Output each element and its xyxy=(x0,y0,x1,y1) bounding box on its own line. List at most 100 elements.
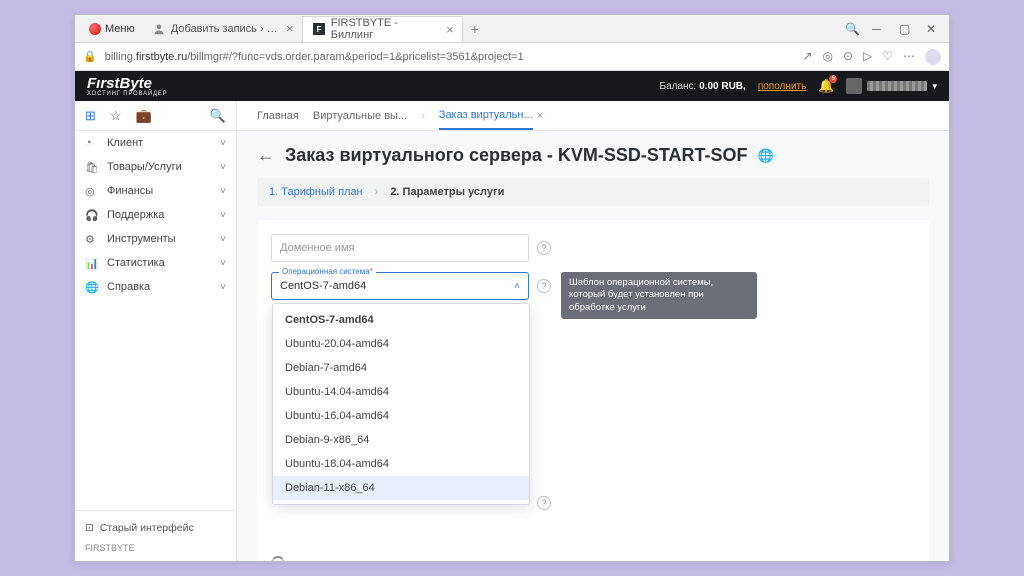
balance-value: 0.00 RUB, xyxy=(699,81,746,92)
crumb-home[interactable]: Главная xyxy=(257,110,299,122)
os-option[interactable]: Debian-11-x86_64 xyxy=(273,476,529,500)
url-domain: firstbyte.ru xyxy=(136,51,187,63)
window-icon: ⊡ xyxy=(85,522,94,534)
more-icon[interactable]: ⋯ xyxy=(903,49,915,65)
sidebar-item-label: Клиент xyxy=(107,137,143,149)
tooltip: Шаблон операционной системы, который буд… xyxy=(561,272,757,319)
os-option[interactable]: CentOS-7-amd64 xyxy=(273,308,529,332)
close-window-icon[interactable]: ✕ xyxy=(926,22,939,35)
url-path: /billmgr#/?func=vds.order.param&period=1… xyxy=(187,51,523,63)
os-option[interactable]: Ubuntu-18.04-amd64 xyxy=(273,452,529,476)
notif-badge: 5 xyxy=(829,75,837,83)
svg-text:F: F xyxy=(316,25,321,34)
sidebar-item-label: Финансы xyxy=(107,185,153,197)
os-option[interactable]: Ubuntu-14.04-amd64 xyxy=(273,380,529,404)
cart-icon: 🛍 xyxy=(85,161,99,174)
old-interface-link[interactable]: ⊡ Старый интерфейс xyxy=(85,517,226,539)
browser-tab-active[interactable]: F FIRSTBYTE - Биллинг × xyxy=(303,16,463,42)
step-params: 2. Параметры услуги xyxy=(390,186,504,198)
chevron-right-icon: › xyxy=(421,110,425,122)
lock-icon[interactable]: 🔒 xyxy=(83,50,97,63)
browser-tab[interactable]: Добавить запись › Админ × xyxy=(143,16,303,42)
chevron-down-icon: ˅ xyxy=(220,186,226,197)
snapshot-icon[interactable]: ⊙ xyxy=(843,49,853,65)
close-icon[interactable]: × xyxy=(286,21,294,36)
chevron-up-icon: ˄ xyxy=(514,281,520,292)
favicon-icon: F xyxy=(313,23,325,35)
browser-window: Меню Добавить запись › Админ × F FIRSTBY… xyxy=(74,14,950,562)
star-icon[interactable]: ☆ xyxy=(110,108,122,124)
chart-icon: 📊 xyxy=(85,257,99,270)
os-select[interactable]: Операционная система* CentOS-7-amd64 ˄ C… xyxy=(271,272,529,300)
search-icon[interactable]: 🔍 xyxy=(210,108,226,124)
os-option[interactable]: Debian-7-amd64 xyxy=(273,356,529,380)
username-redacted xyxy=(867,81,927,91)
sidebar-item-label: Поддержка xyxy=(107,209,164,221)
sidebar-item-chart[interactable]: 📊Статистика˅ xyxy=(75,251,236,275)
field-domain: ? xyxy=(271,234,915,262)
sidebar-item-headset[interactable]: 🎧Поддержка˅ xyxy=(75,203,236,227)
heart-icon[interactable]: ♡ xyxy=(882,49,893,65)
os-option[interactable]: Ubuntu-16.04-amd64 xyxy=(273,404,529,428)
main-panel: Главная Виртуальные вы... › Заказ виртуа… xyxy=(237,101,949,561)
crumb-virtual[interactable]: Виртуальные вы... xyxy=(313,110,407,122)
form-card: ? Операционная система* CentOS-7-amd64 ˄… xyxy=(257,220,929,561)
help-icon[interactable]: ? xyxy=(537,279,551,293)
back-arrow-icon[interactable]: ← xyxy=(257,145,275,166)
field-os: Операционная система* CentOS-7-amd64 ˄ C… xyxy=(271,272,915,300)
sidebar-item-user[interactable]: ◔Клиент˅ xyxy=(75,131,236,155)
url-field[interactable]: billing.firstbyte.ru/billmgr#/?func=vds.… xyxy=(105,51,795,63)
opera-menu-label: Меню xyxy=(105,23,135,35)
play-icon[interactable]: ▷ xyxy=(863,49,872,65)
sidebar-item-coin[interactable]: ◎ Финансы ˅ xyxy=(75,179,236,203)
headset-icon: 🎧 xyxy=(85,209,99,222)
minimize-icon[interactable]: ─ xyxy=(872,22,885,35)
breadcrumb-tabs: Главная Виртуальные вы... › Заказ виртуа… xyxy=(237,101,949,131)
profile-icon[interactable] xyxy=(925,49,941,65)
sidebar-item-label: Инструменты xyxy=(107,233,176,245)
target-icon[interactable]: ◎ xyxy=(822,49,832,65)
step-tariff[interactable]: 1. Тарифный план xyxy=(269,186,363,198)
logo-text: FırstByte xyxy=(87,76,167,91)
help-icon[interactable]: ? xyxy=(537,496,551,510)
new-tab-button[interactable]: + xyxy=(463,21,487,37)
tab-title: Добавить запись › Админ xyxy=(171,23,280,35)
user-menu[interactable]: ▾ xyxy=(846,78,937,94)
sidebar-item-globe[interactable]: 🌐Справка˅ xyxy=(75,275,236,299)
search-icon[interactable]: 🔍 xyxy=(845,22,858,35)
globe-icon[interactable]: 🌐 xyxy=(758,148,774,164)
old-ui-label: Старый интерфейс xyxy=(100,522,194,534)
sidebar-toolbar: ⊞ ☆ 💼 🔍 xyxy=(75,101,236,131)
crumb-order[interactable]: Заказ виртуальн... xyxy=(439,109,533,130)
share-icon[interactable]: ↗ xyxy=(802,49,812,65)
chevron-down-icon: ▾ xyxy=(932,81,937,92)
sidebar-nav: ◔Клиент˅🛍Товары/Услуги˅ ◎ Финансы ˅ 🎧 Поддерж… xyxy=(75,131,236,299)
globe-icon: 🌐 xyxy=(85,281,99,294)
sidebar-item-cart[interactable]: 🛍Товары/Услуги˅ xyxy=(75,155,236,179)
dashboard-icon[interactable]: ⊞ xyxy=(85,108,96,124)
help-icon[interactable]: ? xyxy=(537,241,551,255)
domain-input[interactable] xyxy=(271,234,529,262)
close-tab-icon[interactable]: × xyxy=(537,110,543,122)
tab-title: FIRSTBYTE - Биллинг xyxy=(331,17,440,41)
balance: Баланс: 0.00 RUB, xyxy=(660,81,746,92)
chevron-down-icon: ˅ xyxy=(220,282,226,293)
briefcase-icon[interactable]: 💼 xyxy=(136,108,152,124)
content-area: ← Заказ виртуального сервера - KVM-SSD-S… xyxy=(237,131,949,561)
chevron-down-icon: ˅ xyxy=(220,234,226,245)
loading-spinner-icon xyxy=(271,556,285,561)
os-option[interactable]: Ubuntu-20.04-amd64 xyxy=(273,332,529,356)
notification-bell-icon[interactable]: 🔔5 xyxy=(818,78,834,94)
close-icon[interactable]: × xyxy=(446,22,454,37)
window-controls: 🔍 ─ ▢ ✕ xyxy=(845,22,949,35)
page-title: Заказ виртуального сервера - KVM-SSD-STA… xyxy=(285,145,748,166)
maximize-icon[interactable]: ▢ xyxy=(899,22,912,35)
balance-label: Баланс: xyxy=(660,81,697,92)
topup-link[interactable]: пополнить xyxy=(758,81,806,92)
coin-icon: ◎ xyxy=(85,185,99,198)
os-option[interactable]: Debian-9-x86_64 xyxy=(273,428,529,452)
opera-menu-button[interactable]: Меню xyxy=(81,15,143,42)
sidebar-item-gear[interactable]: ⚙Инструменты˅ xyxy=(75,227,236,251)
url-sub: billing. xyxy=(105,51,136,63)
app-logo[interactable]: FırstByte ХОСТИНГ ПРОВАЙДЕР xyxy=(87,76,167,97)
